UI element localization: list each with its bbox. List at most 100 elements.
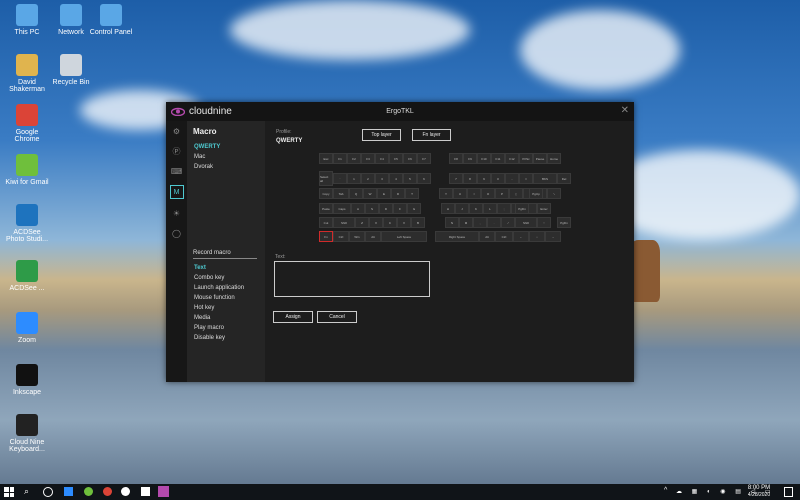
key[interactable]: PrtSc xyxy=(519,153,533,164)
key[interactable]: Right Space xyxy=(435,231,479,242)
desktop-shortcut[interactable]: ACDSee ... xyxy=(4,260,50,292)
fn-layer-button[interactable]: Fn layer xyxy=(412,129,451,141)
key[interactable]: F5 xyxy=(389,153,403,164)
notification-icon[interactable] xyxy=(784,487,793,497)
record-item-text[interactable]: Text xyxy=(194,265,244,271)
title-bar[interactable]: cloudnine ErgoTKL ✕ xyxy=(166,102,634,121)
key[interactable]: Select all xyxy=(319,171,333,186)
key[interactable]: E xyxy=(377,188,391,199)
start-icon[interactable] xyxy=(4,487,14,497)
key[interactable]: BKS xyxy=(533,173,557,184)
key[interactable]: Alt xyxy=(365,231,381,242)
search-icon[interactable]: ⌕ xyxy=(24,486,29,497)
macro-icon[interactable]: M xyxy=(169,185,184,199)
desktop-shortcut[interactable]: Kiwi for Gmail xyxy=(4,154,50,186)
record-item-combo-key[interactable]: Combo key xyxy=(194,275,244,281)
key[interactable]: Home xyxy=(547,153,561,164)
key[interactable]: PgUp xyxy=(529,188,543,199)
tray-chevron-icon[interactable]: ^ xyxy=(664,487,667,494)
profile-icon[interactable]: Ⓟ xyxy=(171,145,183,157)
key[interactable]: C xyxy=(383,217,397,228)
key[interactable]: Q xyxy=(349,188,363,199)
record-item-disable-key[interactable]: Disable key xyxy=(194,335,244,341)
desktop-shortcut[interactable]: This PC xyxy=(4,4,50,36)
key[interactable]: D xyxy=(379,203,393,214)
key[interactable]: ← xyxy=(513,231,529,242)
clock[interactable]: 8:00 PM 4/28/2020 xyxy=(744,485,774,499)
key[interactable]: A xyxy=(351,203,365,214)
key[interactable]: 5 xyxy=(403,173,417,184)
key[interactable]: L xyxy=(483,203,497,214)
desktop-shortcut[interactable]: Google Chrome xyxy=(4,104,50,143)
key[interactable]: Del xyxy=(557,173,571,184)
key[interactable]: ` xyxy=(333,173,347,184)
key[interactable]: H xyxy=(441,203,455,214)
key[interactable]: F6 xyxy=(403,153,417,164)
key[interactable]: T xyxy=(405,188,419,199)
macro-text-input[interactable] xyxy=(274,261,430,297)
key[interactable]: Win xyxy=(349,231,365,242)
key[interactable]: F7 xyxy=(417,153,431,164)
desktop-shortcut[interactable]: ACDSee Photo Studi... xyxy=(4,204,50,243)
key[interactable]: F1 xyxy=(333,153,347,164)
key[interactable]: Esc xyxy=(319,153,333,164)
key[interactable]: 6 xyxy=(417,173,431,184)
key[interactable]: \ xyxy=(547,188,561,199)
key[interactable]: Pause xyxy=(533,153,547,164)
key[interactable]: = xyxy=(519,173,533,184)
key[interactable]: PgDn xyxy=(515,203,529,214)
key[interactable]: Enter xyxy=(537,203,551,214)
key[interactable]: - xyxy=(505,173,519,184)
key[interactable]: F2 xyxy=(347,153,361,164)
key[interactable]: F12 xyxy=(505,153,519,164)
record-item-launch-application[interactable]: Launch application xyxy=(194,285,244,291)
key[interactable]: , xyxy=(473,217,487,228)
key[interactable]: Shift xyxy=(333,217,355,228)
key[interactable]: F4 xyxy=(375,153,389,164)
key[interactable]: [ xyxy=(509,188,523,199)
taskbar-app-cloudnine-icon[interactable] xyxy=(158,486,169,497)
key[interactable]: 4 xyxy=(389,173,403,184)
key[interactable]: 2 xyxy=(361,173,375,184)
key[interactable]: Ctrl xyxy=(495,231,513,242)
key[interactable]: Tab xyxy=(333,188,349,199)
key[interactable]: F8 xyxy=(449,153,463,164)
key[interactable]: M xyxy=(459,217,473,228)
keyboard-icon[interactable]: ⌨ xyxy=(171,165,183,177)
key[interactable]: Cut xyxy=(319,217,333,228)
key[interactable]: O xyxy=(481,188,495,199)
record-item-mouse-function[interactable]: Mouse function xyxy=(194,295,244,301)
key[interactable]: F3 xyxy=(361,153,375,164)
settings-icon[interactable]: ⚙ xyxy=(171,125,183,137)
key[interactable]: 0 xyxy=(491,173,505,184)
key[interactable]: . xyxy=(487,217,501,228)
key[interactable]: J xyxy=(455,203,469,214)
taskbar-app-icon[interactable] xyxy=(103,487,112,496)
lighting-icon[interactable]: ☀ xyxy=(171,207,183,219)
key[interactable]: Y xyxy=(439,188,453,199)
taskbar-app-icon[interactable] xyxy=(84,487,93,496)
key[interactable]: → xyxy=(545,231,561,242)
key[interactable]: Caps xyxy=(333,203,351,214)
key[interactable]: Paste xyxy=(319,203,333,214)
profile-item-dvorak[interactable]: Dvorak xyxy=(194,164,265,170)
key[interactable]: / xyxy=(501,217,515,228)
key[interactable]: F10 xyxy=(477,153,491,164)
key[interactable]: ↑ xyxy=(537,217,551,228)
key[interactable]: S xyxy=(365,203,379,214)
key[interactable]: Ctrl xyxy=(333,231,349,242)
circle-icon[interactable]: ◯ xyxy=(171,227,183,239)
profile-item-mac[interactable]: Mac xyxy=(194,154,265,160)
key[interactable]: N xyxy=(445,217,459,228)
key[interactable]: 9 xyxy=(477,173,491,184)
key[interactable]: G xyxy=(407,203,421,214)
key[interactable]: ↓ xyxy=(529,231,545,242)
key[interactable]: Shift xyxy=(515,217,537,228)
key[interactable]: F9 xyxy=(463,153,477,164)
key[interactable]: X xyxy=(369,217,383,228)
key[interactable]: U xyxy=(453,188,467,199)
key[interactable]: Left Space xyxy=(381,231,427,242)
desktop-shortcut[interactable]: Inkscape xyxy=(4,364,50,396)
desktop-shortcut[interactable]: Recycle Bin xyxy=(48,54,94,86)
key[interactable]: PgDn xyxy=(557,217,571,228)
